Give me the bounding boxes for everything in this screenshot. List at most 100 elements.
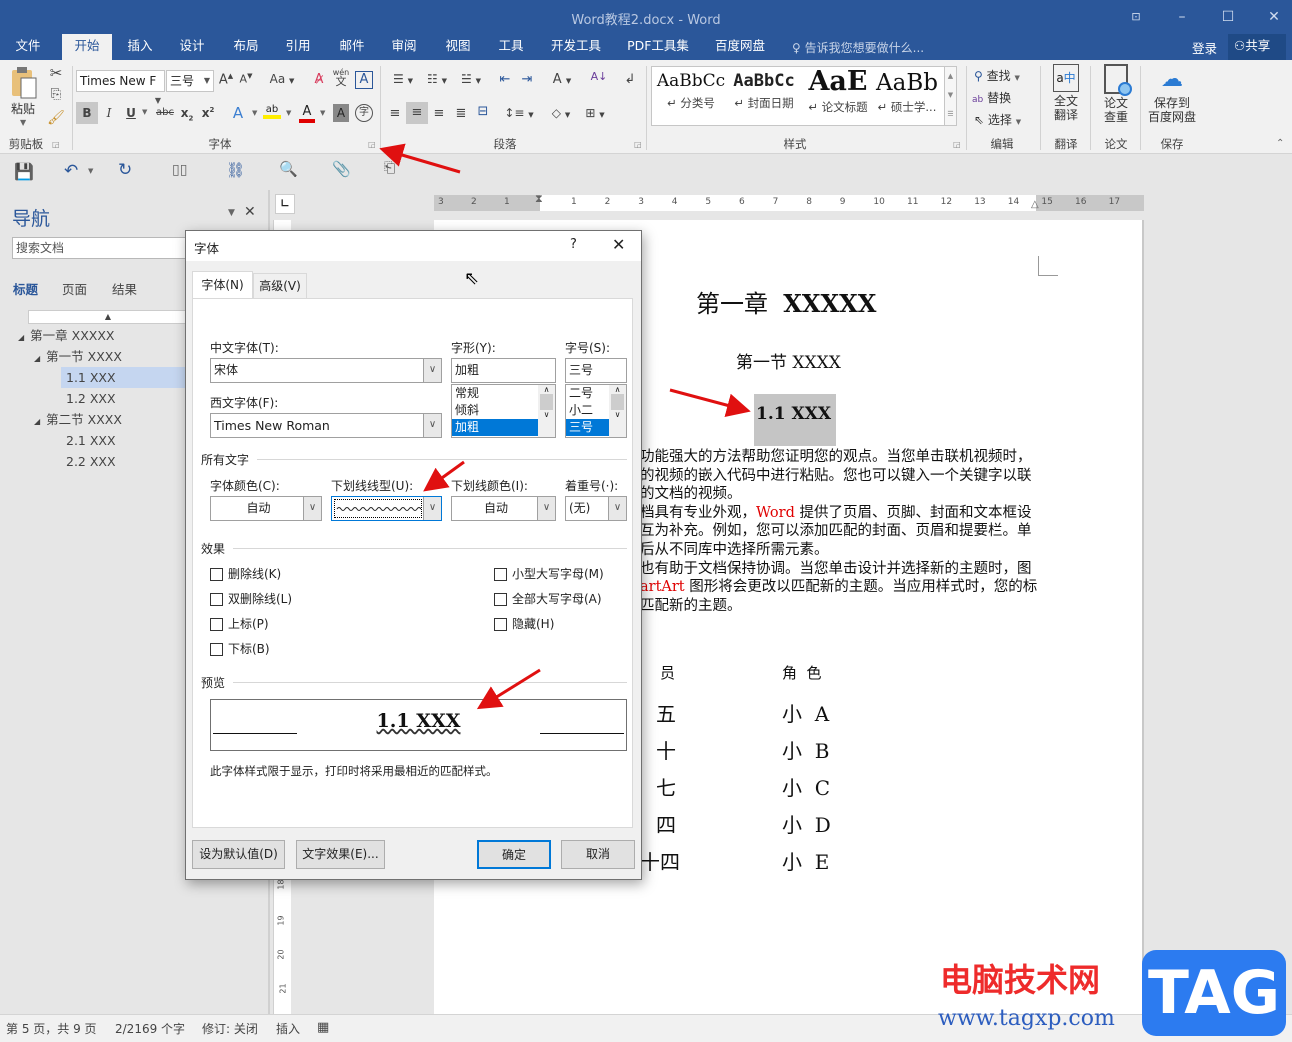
- nav-tree-item[interactable]: ◢ 第二节 XXXX: [0, 409, 190, 430]
- distributed-icon[interactable]: ⊟: [474, 104, 492, 119]
- scrollbar[interactable]: ∧ ∨: [609, 385, 626, 437]
- font-size-input[interactable]: 三号: [565, 358, 627, 383]
- increase-indent-icon[interactable]: ⇥: [518, 72, 536, 87]
- nav-tree-item[interactable]: ◢ 第一章 XXXXX: [0, 325, 190, 346]
- ok-button[interactable]: 确定: [477, 840, 551, 869]
- paste-dropdown-icon[interactable]: ▼: [20, 118, 26, 127]
- nav-tree-item-selected[interactable]: 1.1 XXX: [61, 367, 190, 388]
- superscript-checkbox[interactable]: 上标(P): [210, 614, 292, 634]
- tab-developer[interactable]: 开发工具: [540, 34, 612, 60]
- nav-tab-results[interactable]: 结果: [112, 279, 137, 298]
- paragraph-launcher-icon[interactable]: ◲: [634, 140, 642, 149]
- tab-insert[interactable]: 插入: [116, 34, 164, 60]
- redo-icon[interactable]: ↻: [118, 160, 132, 180]
- nav-collapse-up-button[interactable]: ▲: [28, 310, 188, 324]
- share-button[interactable]: ⚇共享: [1228, 34, 1286, 60]
- paste-button[interactable]: [10, 66, 38, 100]
- cn-font-combo[interactable]: 宋体 ∨: [210, 358, 442, 383]
- strikethrough-button[interactable]: abc: [155, 107, 175, 118]
- font-size-list[interactable]: 二号 小二 三号 ∧ ∨: [565, 384, 627, 438]
- styles-launcher-icon[interactable]: ◲: [953, 140, 961, 149]
- font-dialog-launcher-icon[interactable]: ◲: [368, 140, 376, 149]
- change-case-button[interactable]: Aa ▼: [268, 72, 296, 86]
- small-caps-checkbox[interactable]: 小型大写字母(M): [494, 564, 604, 584]
- borders-icon[interactable]: ⊞ ▼: [580, 106, 610, 120]
- superscript-button[interactable]: x2: [201, 106, 215, 120]
- link-icon[interactable]: ⛓: [226, 161, 245, 179]
- undo-dropdown-icon[interactable]: ▼: [88, 167, 93, 175]
- text-effects-dropdown-icon[interactable]: ▼: [252, 109, 257, 117]
- style-item[interactable]: AaE ↵ 论文标题: [802, 67, 874, 115]
- nav-tab-headings[interactable]: 标题: [13, 279, 38, 298]
- text-effects-icon[interactable]: A: [230, 104, 246, 122]
- multilevel-list-icon[interactable]: ☱ ▼: [456, 72, 486, 86]
- subscript-button[interactable]: x2: [180, 106, 194, 122]
- align-right-icon[interactable]: ≡: [430, 106, 448, 121]
- nav-options-icon[interactable]: ▼: [228, 208, 235, 218]
- tab-pdf-tools[interactable]: PDF工具集: [620, 34, 696, 60]
- list-item-selected[interactable]: 加粗: [452, 419, 538, 436]
- all-caps-checkbox[interactable]: 全部大写字母(A): [494, 589, 604, 609]
- subscript-checkbox[interactable]: 下标(B): [210, 639, 292, 659]
- tell-me-box[interactable]: ♀ 告诉我您想要做什么...: [792, 39, 924, 56]
- cut-icon[interactable]: ✂: [47, 64, 65, 82]
- find-button[interactable]: ⚲ 查找 ▼: [974, 67, 1020, 84]
- page-count[interactable]: 第 5 页，共 9 页: [6, 1020, 97, 1037]
- clear-formatting-icon[interactable]: A̷: [310, 72, 328, 87]
- font-color-combo[interactable]: 自动 ∨: [210, 496, 322, 521]
- set-default-button[interactable]: 设为默认值(D): [192, 840, 285, 869]
- print-preview-icon[interactable]: 🔍: [279, 160, 298, 178]
- decrease-indent-icon[interactable]: ⇤: [496, 72, 514, 87]
- line-spacing-icon[interactable]: ↕≡ ▼: [504, 106, 534, 120]
- numbering-icon[interactable]: ☷ ▼: [422, 72, 452, 86]
- font-color-dropdown-icon[interactable]: ▼: [320, 109, 325, 117]
- character-border-icon[interactable]: A: [355, 71, 373, 89]
- enclose-characters-icon[interactable]: 字: [355, 104, 373, 122]
- asian-layout-icon[interactable]: A ▼: [548, 72, 576, 87]
- sort-icon[interactable]: A↓: [590, 70, 608, 83]
- tab-tools[interactable]: 工具: [487, 34, 535, 60]
- justify-icon[interactable]: ≣: [452, 106, 470, 121]
- tab-references[interactable]: 引用: [274, 34, 322, 60]
- save-to-baidu-button[interactable]: ☁ 保存到 百度网盘: [1144, 66, 1200, 124]
- comment-icon[interactable]: ⎗: [384, 160, 395, 176]
- hidden-checkbox[interactable]: 隐藏(H): [494, 614, 604, 634]
- style-item[interactable]: AaBbCc ↵ 封面日期: [728, 71, 800, 111]
- tab-design[interactable]: 设计: [168, 34, 216, 60]
- columns-icon[interactable]: ▯▯: [172, 162, 187, 178]
- nav-tree-item[interactable]: 1.2 XXX: [0, 388, 190, 409]
- replace-button[interactable]: ab 替换: [972, 89, 1011, 106]
- tab-review[interactable]: 审阅: [380, 34, 428, 60]
- bold-button[interactable]: B: [76, 102, 98, 124]
- italic-button[interactable]: I: [102, 106, 116, 120]
- maximize-button[interactable]: ☐: [1214, 4, 1242, 30]
- grow-font-icon[interactable]: A▲: [218, 72, 234, 87]
- nav-close-icon[interactable]: ✕: [244, 204, 256, 220]
- emphasis-mark-combo[interactable]: (无) ∨: [565, 496, 627, 521]
- shading-icon[interactable]: ◇ ▼: [546, 106, 576, 120]
- font-style-input[interactable]: 加粗: [451, 358, 556, 383]
- font-size-combo[interactable]: 三号 ▼: [166, 70, 214, 92]
- tab-file[interactable]: 文件: [4, 34, 52, 60]
- copy-icon[interactable]: ⎘: [47, 87, 65, 102]
- underline-style-combo[interactable]: ∨: [331, 496, 442, 521]
- insert-mode[interactable]: 插入: [276, 1020, 300, 1037]
- select-button[interactable]: ⇖ 选择 ▼: [974, 111, 1021, 128]
- thesis-check-button[interactable]: 论文 查重: [1096, 64, 1136, 124]
- collapse-ribbon-icon[interactable]: ⌃: [1276, 138, 1284, 149]
- track-changes-status[interactable]: 修订: 关闭: [202, 1020, 258, 1037]
- nav-tree-item[interactable]: ◢ 第一节 XXXX: [0, 346, 190, 367]
- phonetic-guide-icon[interactable]: wén 文: [332, 68, 350, 87]
- dialog-close-button[interactable]: ✕: [612, 235, 625, 254]
- font-style-list[interactable]: 常规 倾斜 加粗 ∧ ∨: [451, 384, 556, 438]
- list-item-selected[interactable]: 三号: [566, 419, 609, 436]
- save-icon[interactable]: 💾: [14, 162, 34, 181]
- nav-search-input[interactable]: 搜索文档: [12, 237, 192, 259]
- tab-view[interactable]: 视图: [434, 34, 482, 60]
- strikethrough-checkbox[interactable]: 删除线(K): [210, 564, 292, 584]
- show-marks-icon[interactable]: ↲: [622, 72, 638, 87]
- style-item[interactable]: AaBb ↵ 硕士学...: [874, 69, 940, 115]
- west-font-combo[interactable]: Times New Roman ∨: [210, 413, 442, 438]
- align-left-icon[interactable]: ≡: [386, 106, 404, 121]
- bullets-icon[interactable]: ☰ ▼: [388, 72, 418, 86]
